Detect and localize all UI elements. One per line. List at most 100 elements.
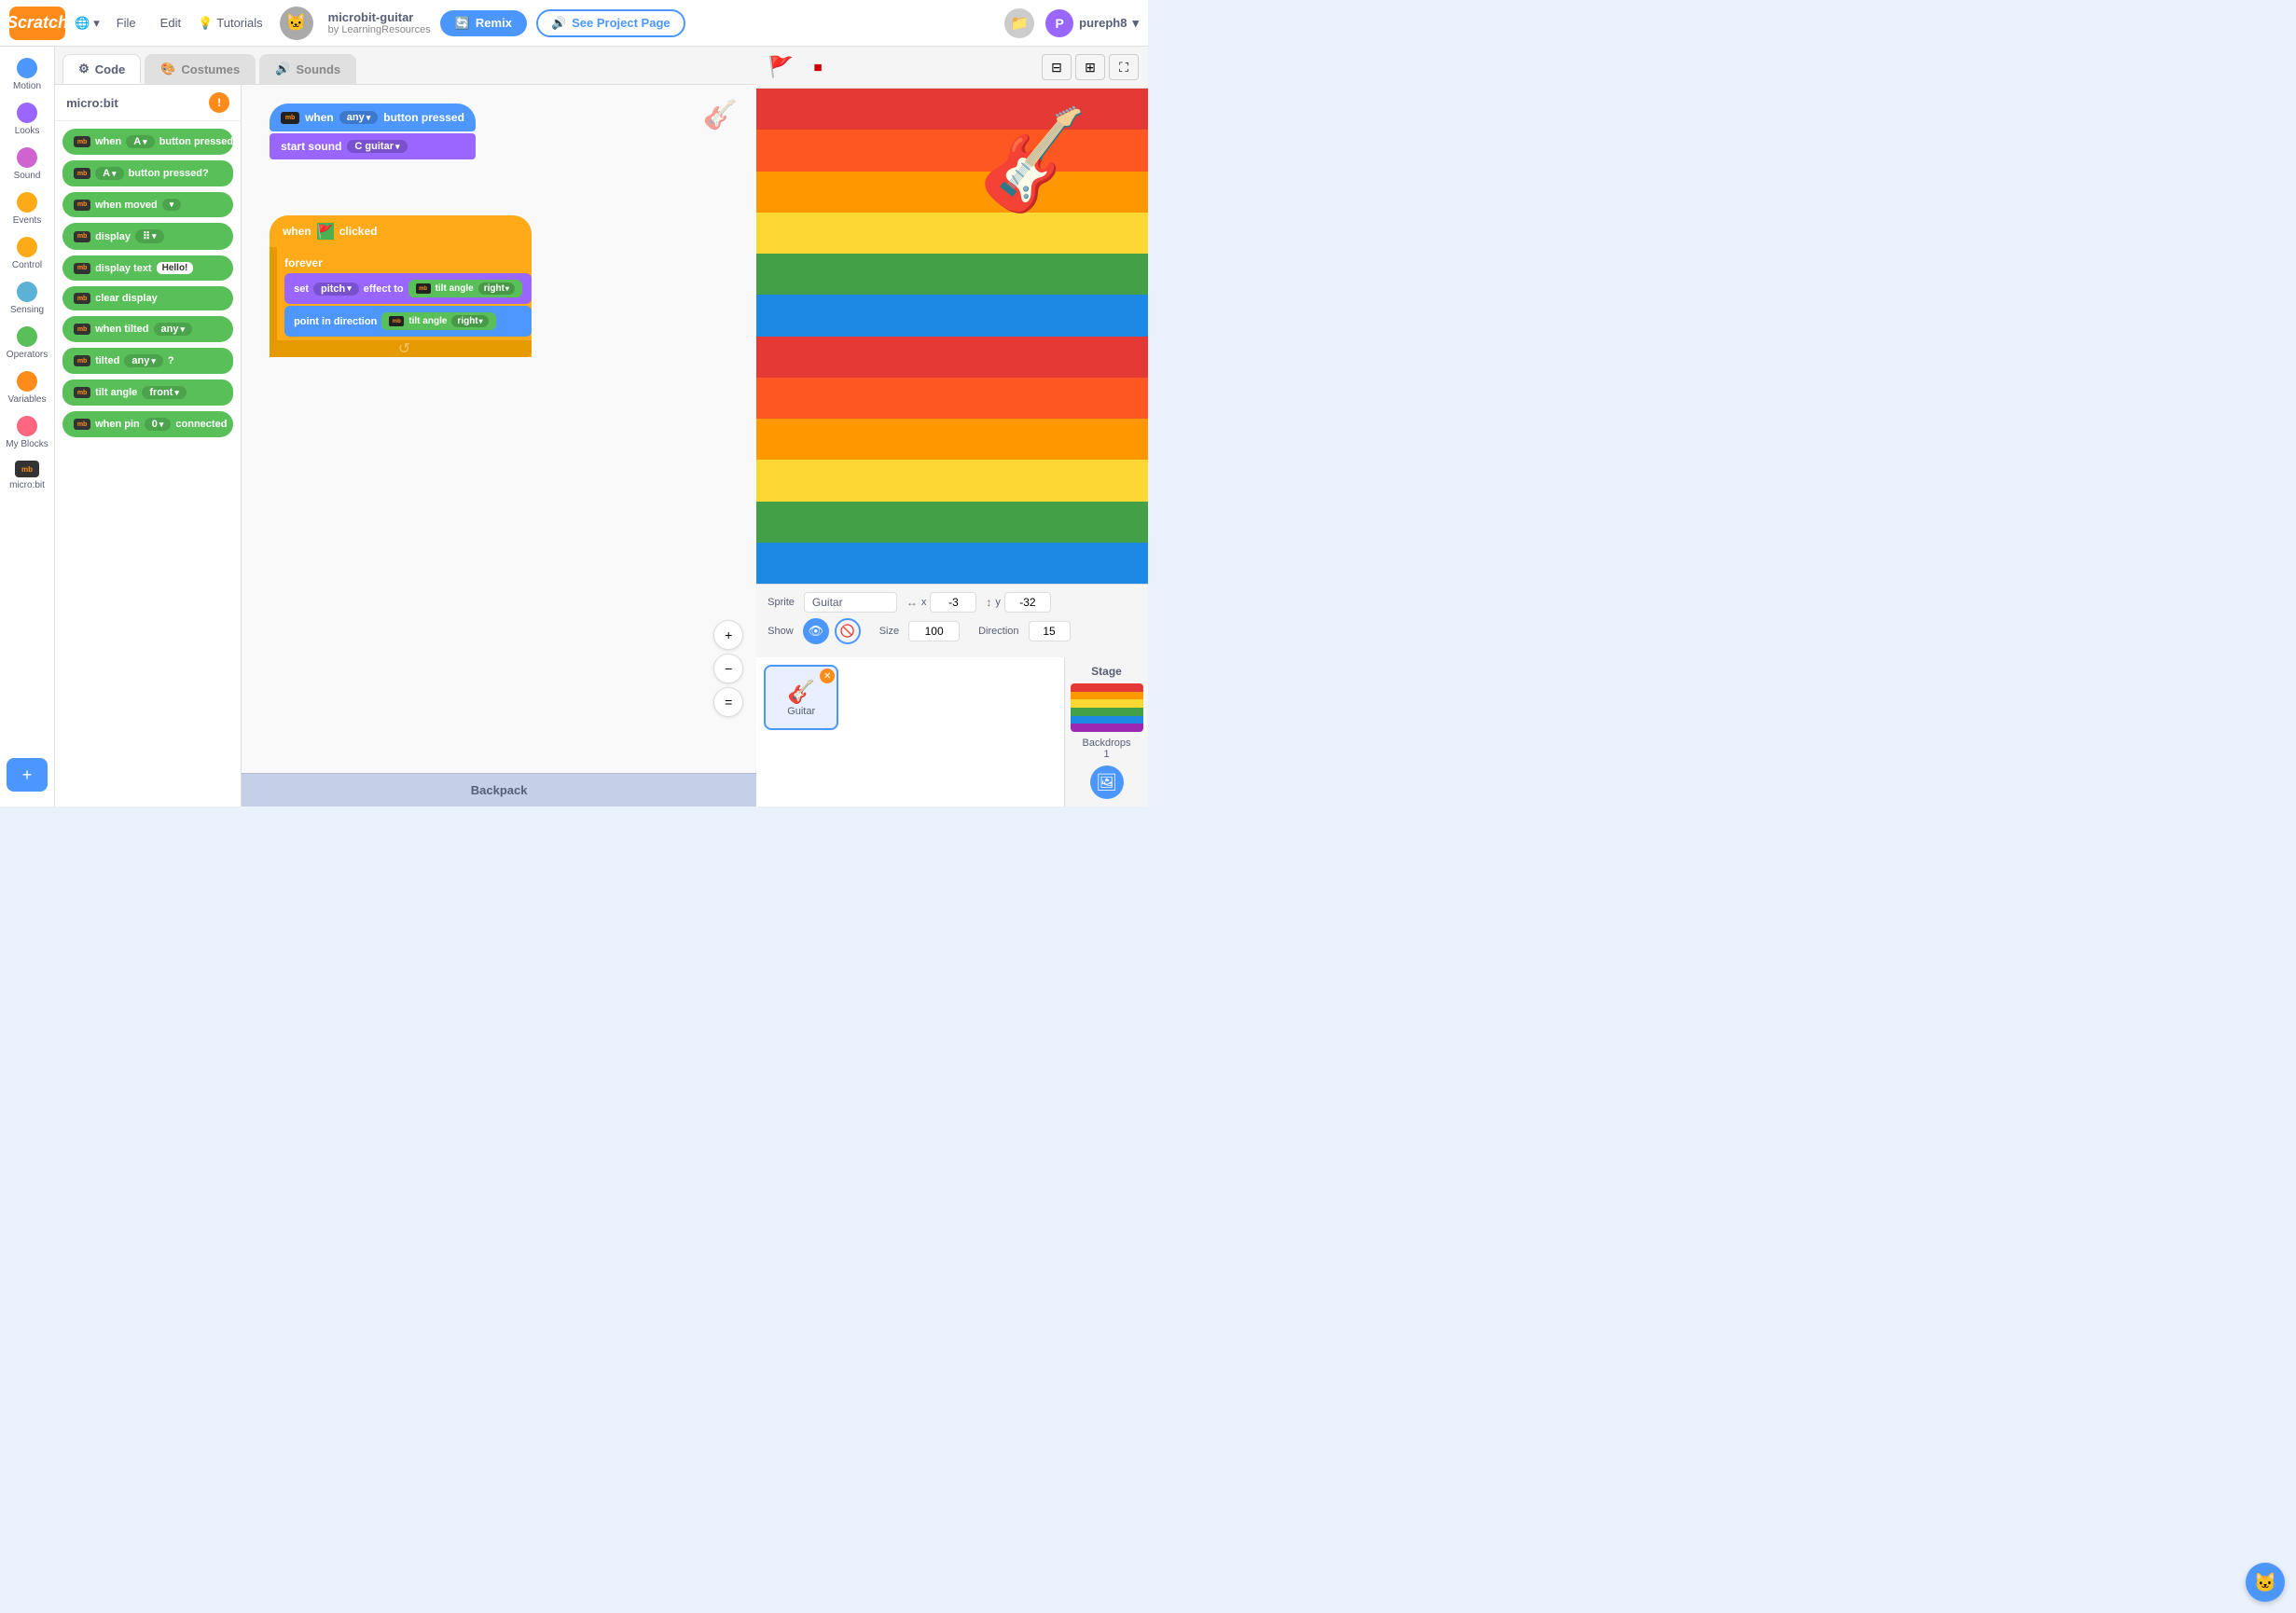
dropdown-pin[interactable]: 0	[145, 418, 172, 431]
backpack-bar[interactable]: Backpack	[242, 773, 756, 806]
dropdown-any[interactable]: any ▾	[339, 111, 379, 124]
block-group-2: when 🚩 clicked forever set	[270, 215, 532, 357]
sprite-thumb-label: Guitar	[787, 706, 815, 717]
tab-costumes[interactable]: 🎨 Costumes	[145, 54, 256, 84]
zoom-in-button[interactable]: +	[713, 620, 743, 650]
edit-menu[interactable]: Edit	[153, 12, 188, 34]
block-when-pin[interactable]: mb when pin 0 connected	[62, 411, 233, 437]
normal-view-button[interactable]: ⊟	[1042, 54, 1072, 80]
remix-button[interactable]: 🔄 Remix	[440, 10, 527, 36]
x-label: x	[921, 597, 927, 608]
globe-icon: 🌐	[75, 16, 90, 31]
block-display[interactable]: mb display ⠿	[62, 223, 233, 250]
sprite-name-input[interactable]	[804, 592, 897, 613]
block-when-tilted[interactable]: mb when tilted any	[62, 316, 233, 342]
green-flag-button[interactable]: 🚩	[766, 52, 795, 82]
see-project-icon: 🔊	[551, 16, 566, 31]
sprite-thumbnails: ✕ 🎸 Guitar	[764, 665, 1057, 730]
block-point-in-direction[interactable]: point in direction mb tilt angle right ▾	[284, 306, 532, 337]
add-extension-button[interactable]: +	[7, 758, 48, 792]
block-when-moved[interactable]: mb when moved	[62, 192, 233, 217]
sidebar-item-motion[interactable]: Motion	[1, 54, 53, 95]
hello-input[interactable]: Hello!	[157, 262, 194, 274]
editor-tabs: ⚙ Code 🎨 Costumes 🔊 Sounds	[55, 47, 756, 85]
sound-label: Sound	[14, 171, 41, 181]
block-set-pitch[interactable]: set pitch ▾ effect to mb tilt angle righ…	[284, 273, 532, 304]
stop-button[interactable]: ⏹	[803, 52, 833, 82]
sidebar-item-operators[interactable]: Operators	[1, 323, 53, 364]
show-hidden-button[interactable]: 🚫	[835, 618, 861, 644]
variables-label: Variables	[8, 394, 47, 405]
language-selector[interactable]: 🌐 ▾	[75, 16, 100, 31]
nav-right: 📁 P pureph8 ▾	[1004, 8, 1139, 38]
dropdown-pitch[interactable]: pitch ▾	[313, 283, 359, 296]
zoom-out-button[interactable]: −	[713, 654, 743, 683]
dropdown-tilt-dir[interactable]: any	[154, 323, 193, 336]
block-start-sound[interactable]: start sound C guitar ▾	[270, 133, 476, 159]
dropdown-right-2[interactable]: right ▾	[451, 315, 488, 327]
main-layout: Motion Looks Sound Events Control Sensin…	[0, 47, 1148, 806]
dropdown-tilt-angle[interactable]: front	[142, 386, 187, 399]
add-backdrop-button[interactable]: 🖼	[1090, 765, 1124, 799]
sidebar-item-sound[interactable]: Sound	[1, 144, 53, 185]
dropdown-tilt2[interactable]: any	[124, 354, 163, 367]
sprites-list: ✕ 🎸 Guitar 🐱	[756, 657, 1064, 806]
tab-code[interactable]: ⚙ Code	[62, 54, 141, 84]
block-when-a-pressed[interactable]: mb when A button pressed	[62, 129, 233, 155]
dropdown-right-1[interactable]: right ▾	[478, 283, 515, 295]
backpack-label: Backpack	[471, 783, 528, 797]
user-menu[interactable]: P pureph8 ▾	[1045, 9, 1139, 37]
microbit-icon-3: mb	[74, 200, 90, 211]
block-a-pressed-bool[interactable]: mb A button pressed?	[62, 160, 233, 186]
sidebar-item-events[interactable]: Events	[1, 188, 53, 229]
tutorials-button[interactable]: 💡 Tutorials	[198, 16, 263, 31]
forever-label: forever	[277, 253, 532, 273]
blocks-panel: micro:bit ! mb when A button pressed mb …	[55, 85, 242, 806]
operators-label: Operators	[7, 350, 48, 360]
block-when-clicked[interactable]: when 🚩 clicked	[270, 215, 532, 247]
y-input[interactable]	[1004, 592, 1051, 613]
sidebar-item-microbit[interactable]: mb micro:bit	[1, 457, 53, 494]
block-when-any-pressed[interactable]: mb when any ▾ button pressed	[270, 103, 476, 131]
block-forever[interactable]: forever set pitch ▾ effect to mb	[270, 247, 532, 357]
sidebar-item-variables[interactable]: Variables	[1, 367, 53, 408]
show-visible-button[interactable]: 👁	[803, 618, 829, 644]
mb-icon-inline-2: mb	[389, 316, 404, 326]
scratch-logo[interactable]: Scratch	[9, 7, 65, 40]
size-input[interactable]	[908, 621, 960, 641]
sidebar-item-sensing[interactable]: Sensing	[1, 278, 53, 319]
dropdown-button-a2[interactable]: A	[95, 167, 123, 180]
tutorials-icon: 💡	[198, 16, 213, 31]
sprite-thumb-guitar[interactable]: ✕ 🎸 Guitar	[764, 665, 838, 730]
sensing-dot	[17, 282, 37, 302]
sidebar-item-myblocks[interactable]: My Blocks	[1, 412, 53, 453]
dropdown-c-guitar[interactable]: C guitar ▾	[347, 140, 407, 153]
zoom-reset-button[interactable]: =	[713, 687, 743, 717]
stage-right-column: Stage Backdrops 1 🖼	[1064, 657, 1148, 806]
project-name: microbit-guitar	[328, 10, 414, 24]
see-project-button[interactable]: 🔊 See Project Page	[536, 9, 685, 37]
y-icon: ↕	[986, 596, 991, 609]
block-display-text[interactable]: mb display text Hello!	[62, 255, 233, 281]
sidebar-item-looks[interactable]: Looks	[1, 99, 53, 140]
fullscreen-button[interactable]: ⛶	[1109, 54, 1139, 80]
project-info: microbit-guitar by LearningResources	[328, 10, 431, 35]
stage-mini-preview[interactable]	[1071, 683, 1143, 732]
block-tilt-angle[interactable]: mb tilt angle front	[62, 379, 233, 406]
tab-sounds[interactable]: 🔊 Sounds	[259, 54, 356, 84]
folder-icon[interactable]: 📁	[1004, 8, 1034, 38]
dropdown-moved[interactable]	[162, 199, 182, 211]
dropdown-button-a[interactable]: A	[126, 135, 154, 148]
sprite-delete-button[interactable]: ✕	[820, 669, 835, 683]
block-tilted-bool[interactable]: mb tilted any ?	[62, 348, 233, 374]
sidebar-item-control[interactable]: Control	[1, 233, 53, 274]
block-clear-display[interactable]: mb clear display	[62, 286, 233, 310]
big-view-button[interactable]: ⊞	[1075, 54, 1105, 80]
x-input[interactable]	[930, 592, 976, 613]
canvas-guitar-icon: 🎸	[703, 99, 738, 131]
direction-input[interactable]	[1029, 621, 1071, 641]
file-menu[interactable]: File	[109, 12, 144, 34]
dropdown-display-icon[interactable]: ⠿	[135, 229, 164, 243]
show-buttons: 👁 🚫	[803, 618, 861, 644]
language-chevron: ▾	[93, 16, 100, 31]
